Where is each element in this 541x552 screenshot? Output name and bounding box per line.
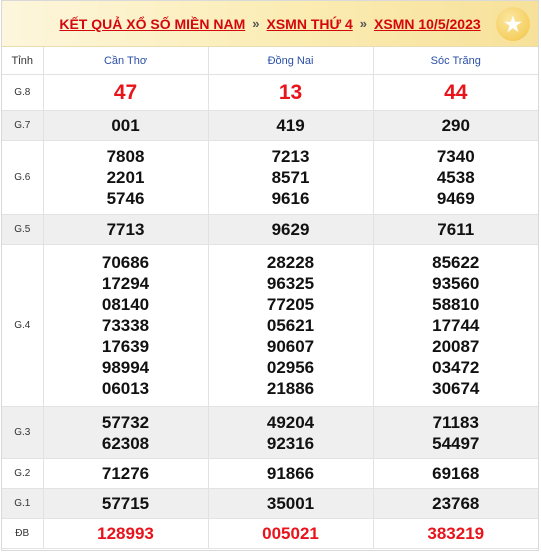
prize-row-g5: G.5 7713 9629 7611 (2, 214, 538, 245)
prize-label: ĐB (2, 518, 44, 549)
province-header-row: Tỉnh Cần Thơ Đồng Nai Sóc Trăng (2, 47, 538, 75)
prize-value: 91866 (208, 458, 374, 489)
weekday-link[interactable]: XSMN THỨ 4 (266, 16, 352, 32)
special-prize-value: 383219 (373, 518, 538, 549)
prize-value: 7611 (373, 214, 538, 245)
prize-row-special: ĐB 128993 005021 383219 (2, 518, 538, 549)
prize-value: 9616 (271, 189, 310, 208)
prize-label: G.4 (2, 244, 44, 407)
prize-value: 69168 (373, 458, 538, 489)
prize-values: 7340 4538 9469 (373, 140, 538, 215)
prize-value: 49204 (266, 412, 315, 432)
prize-value: 13 (208, 74, 374, 111)
prize-value: 71276 (43, 458, 209, 489)
prize-value: 7340 (436, 147, 475, 166)
prize-value: 77205 (266, 295, 315, 314)
prize-value: 2201 (106, 168, 145, 187)
prize-values: 28228 96325 77205 05621 90607 02956 2188… (208, 244, 374, 407)
prize-value: 7713 (43, 214, 209, 245)
title-link[interactable]: KẾT QUẢ XỔ SỐ MIỀN NAM (59, 16, 245, 32)
prize-value: 9469 (436, 189, 475, 208)
prize-row-g4: G.4 70686 17294 08140 73338 17639 98994 … (2, 244, 538, 407)
prize-values: 85622 93560 58810 17744 20087 03472 3067… (373, 244, 538, 407)
prize-value: 35001 (208, 488, 374, 519)
prize-value: 03472 (432, 358, 480, 377)
date-link[interactable]: XSMN 10/5/2023 (374, 16, 481, 32)
prize-row-g8: G.8 47 13 44 (2, 74, 538, 111)
star-logo-icon: ★ (496, 7, 530, 41)
prize-values: 70686 17294 08140 73338 17639 98994 0601… (43, 244, 209, 407)
prize-value: 85622 (432, 253, 480, 272)
prize-value: 08140 (101, 295, 150, 314)
prize-value: 7213 (271, 147, 310, 166)
prize-value: 17294 (101, 274, 150, 293)
prize-value: 8571 (271, 168, 310, 187)
prize-value: 5746 (106, 189, 145, 208)
prize-value: 93560 (432, 274, 480, 293)
prize-value: 4538 (436, 168, 475, 187)
prize-value: 98994 (101, 358, 150, 377)
prize-value: 71183 (432, 412, 479, 432)
results-table: Tỉnh Cần Thơ Đồng Nai Sóc Trăng G.8 47 1… (2, 47, 538, 549)
prize-value: 28228 (266, 253, 315, 272)
prize-label: G.2 (2, 458, 44, 489)
prize-value: 30674 (432, 379, 480, 398)
breadcrumb-separator: » (359, 16, 368, 31)
prize-value: 23768 (373, 488, 538, 519)
prize-value: 7808 (106, 147, 145, 166)
prize-value: 001 (43, 110, 209, 141)
prize-value: 90607 (266, 337, 315, 356)
prize-values: 57732 62308 (43, 406, 209, 459)
prize-value: 05621 (266, 316, 315, 335)
prize-values: 7808 2201 5746 (43, 140, 209, 215)
prize-label: G.6 (2, 140, 44, 215)
prize-value: 54497 (432, 433, 480, 453)
special-prize-value: 128993 (43, 518, 209, 549)
prize-values: 71183 54497 (373, 406, 538, 459)
prize-row-g3: G.3 57732 62308 49204 92316 71183 54497 (2, 406, 538, 459)
prize-row-g7: G.7 001 419 290 (2, 110, 538, 141)
results-panel: KẾT QUẢ XỔ SỐ MIỀN NAM » XSMN THỨ 4 » XS… (1, 0, 539, 551)
prize-value: 70686 (101, 253, 150, 272)
special-prize-value: 005021 (208, 518, 374, 549)
prize-value: 9629 (208, 214, 374, 245)
prize-values: 7213 8571 9616 (208, 140, 374, 215)
prize-value: 73338 (101, 316, 150, 335)
prize-value: 44 (373, 74, 538, 111)
prize-value: 21886 (266, 379, 315, 398)
prize-values: 49204 92316 (208, 406, 374, 459)
prize-label: G.1 (2, 488, 44, 519)
prize-value: 20087 (432, 337, 480, 356)
province-dong-nai[interactable]: Đồng Nai (208, 47, 374, 75)
province-soc-trang[interactable]: Sóc Trăng (373, 47, 538, 75)
breadcrumb-separator: » (252, 16, 260, 31)
province-can-tho[interactable]: Cần Thơ (43, 47, 209, 75)
prize-value: 62308 (101, 433, 150, 453)
prize-row-g6: G.6 7808 2201 5746 7213 8571 9616 7340 4… (2, 140, 538, 215)
results-header: KẾT QUẢ XỔ SỐ MIỀN NAM » XSMN THỨ 4 » XS… (2, 1, 538, 47)
prize-value: 96325 (266, 274, 315, 293)
prize-label: G.7 (2, 110, 44, 141)
prize-row-g2: G.2 71276 91866 69168 (2, 458, 538, 489)
prize-label: G.8 (2, 74, 44, 111)
prize-label: G.3 (2, 406, 44, 459)
prize-label: G.5 (2, 214, 44, 245)
prize-value: 06013 (101, 379, 150, 398)
prize-value: 57715 (43, 488, 209, 519)
prize-value: 02956 (266, 358, 315, 377)
prize-value: 57732 (101, 412, 150, 432)
prize-value: 58810 (432, 295, 480, 314)
prize-value: 290 (373, 110, 538, 141)
prize-value: 17639 (101, 337, 150, 356)
prize-value: 17744 (432, 316, 480, 335)
label-header: Tỉnh (2, 47, 44, 75)
prize-value: 92316 (266, 433, 315, 453)
prize-value: 47 (43, 74, 209, 111)
prize-value: 419 (208, 110, 374, 141)
prize-row-g1: G.1 57715 35001 23768 (2, 488, 538, 519)
